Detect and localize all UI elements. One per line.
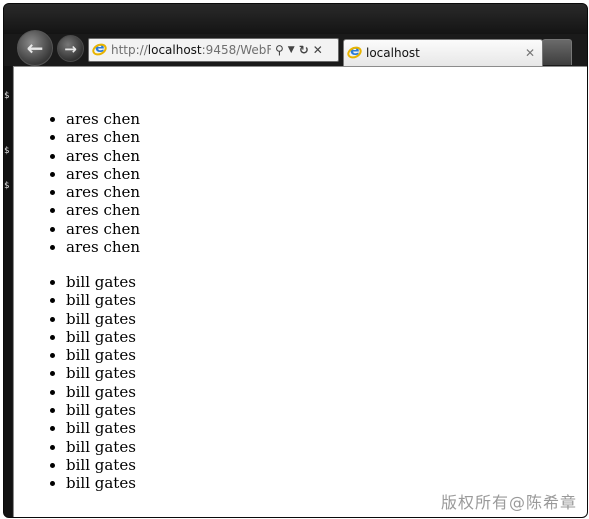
name-list-ares: ares chenares chenares chenares chenares…: [48, 110, 140, 256]
strip-glyph: $: [4, 91, 10, 101]
list-item: bill gates: [66, 364, 136, 382]
name-list-bill: bill gatesbill gatesbill gatesbill gates…: [48, 273, 136, 493]
list-item: ares chen: [66, 165, 140, 183]
list-item: bill gates: [66, 438, 136, 456]
list-item: bill gates: [66, 310, 136, 328]
internet-explorer-icon: e: [345, 43, 364, 61]
list-item: ares chen: [66, 201, 140, 219]
address-url[interactable]: http:// localhost :9458/WebFor: [111, 43, 271, 57]
url-host: localhost: [147, 43, 202, 57]
list-item: ares chen: [66, 238, 140, 256]
list-item: bill gates: [66, 474, 136, 492]
refresh-icon[interactable]: ↻: [299, 43, 309, 57]
back-button[interactable]: ←: [17, 30, 53, 66]
forward-arrow-icon: →: [64, 39, 77, 58]
list-item: ares chen: [66, 220, 140, 238]
forward-button[interactable]: →: [57, 35, 84, 62]
list-item: bill gates: [66, 273, 136, 291]
close-icon[interactable]: ✕: [523, 46, 537, 60]
chevron-down-icon[interactable]: ▼: [288, 45, 295, 55]
back-arrow-icon: ←: [26, 36, 44, 60]
strip-glyph: $: [4, 146, 10, 156]
address-tools: ⚲ ▼ ↻ ✕: [275, 43, 323, 57]
page-content: ares chenares chenares chenares chenares…: [13, 66, 587, 517]
tab-localhost[interactable]: e localhost ✕: [343, 39, 543, 66]
list-item: bill gates: [66, 291, 136, 309]
address-bar[interactable]: e http:// localhost :9458/WebFor ⚲ ▼ ↻ ✕: [88, 38, 339, 62]
stop-icon[interactable]: ✕: [313, 43, 323, 57]
list-item: ares chen: [66, 128, 140, 146]
window-title-blurred: [60, 12, 210, 26]
strip-glyph: $: [4, 181, 10, 191]
url-suffix: :9458/WebFor: [201, 43, 271, 57]
tab-label: localhost: [366, 46, 420, 60]
background-window-strip: $ $ $: [4, 66, 12, 517]
watermark: 版权所有@陈希章: [440, 493, 577, 512]
new-tab-button[interactable]: [542, 39, 572, 65]
internet-explorer-icon: e: [90, 40, 109, 58]
list-item: ares chen: [66, 147, 140, 165]
list-item: ares chen: [66, 110, 140, 128]
list-item: bill gates: [66, 401, 136, 419]
url-prefix: http://: [111, 43, 148, 57]
browser-window: ← → e http:// localhost :9458/WebFor ⚲ ▼…: [3, 3, 588, 518]
list-item: bill gates: [66, 383, 136, 401]
list-item: bill gates: [66, 456, 136, 474]
list-item: bill gates: [66, 328, 136, 346]
list-item: ares chen: [66, 183, 140, 201]
search-icon[interactable]: ⚲: [275, 43, 284, 57]
list-item: bill gates: [66, 346, 136, 364]
list-item: bill gates: [66, 419, 136, 437]
